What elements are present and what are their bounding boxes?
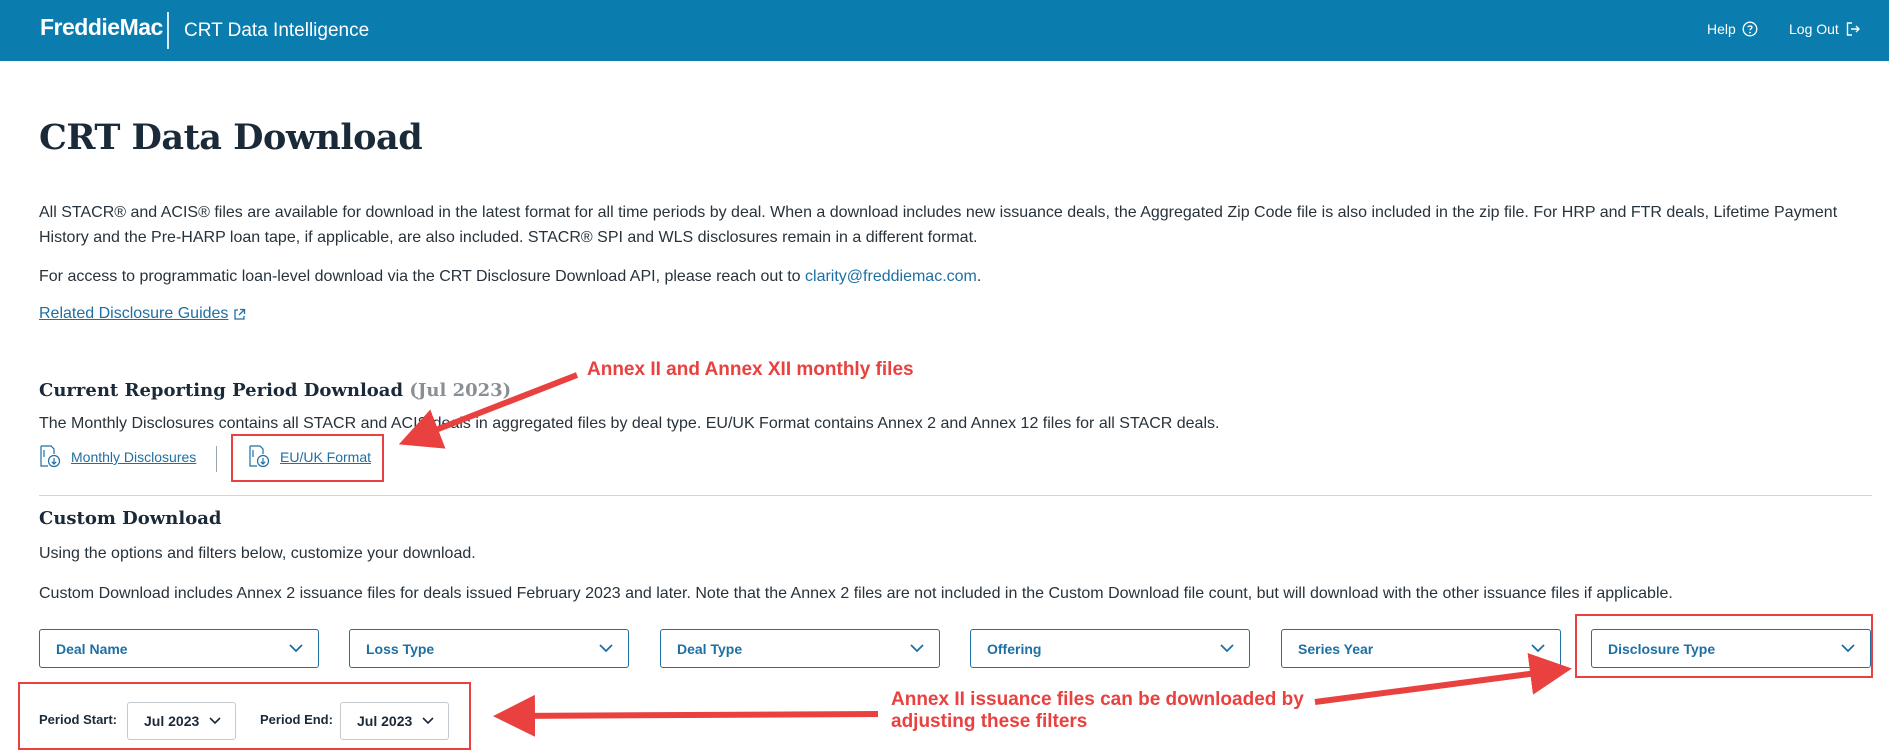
current-period-date: (Jul 2023) [409,380,512,401]
disclosure-type-filter[interactable]: Disclosure Type [1591,629,1871,668]
period-start-value: Jul 2023 [144,713,200,729]
logout-link[interactable]: Log Out [1789,21,1861,37]
help-link[interactable]: Help [1707,21,1758,37]
related-guides-link[interactable]: Related Disclosure Guides [39,305,246,323]
section-divider [39,495,1872,496]
period-start-label: Period Start: [39,712,118,727]
page-title: CRT Data Download [39,117,423,158]
custom-download-title: Custom Download [39,508,222,529]
series-year-filter[interactable]: Series Year [1281,629,1561,668]
chevron-down-icon [1531,644,1545,653]
current-period-title: Current Reporting Period Download [39,380,404,401]
intro-paragraph: All STACR® and ACIS® files are available… [39,204,1838,246]
filter-label: Offering [987,640,1042,657]
deal-type-filter[interactable]: Deal Type [660,629,940,668]
period-end-select[interactable]: Jul 2023 [340,702,450,740]
arrow-to-disclosure-type [1314,653,1572,705]
top-bar: FreddieMac CRT Data Intelligence Help Lo… [0,0,1889,61]
monthly-disclosures-link[interactable]: Monthly Disclosures [39,445,196,469]
api-paragraph: For access to programmatic loan-level do… [39,264,1859,289]
chevron-down-icon [422,717,434,725]
annotation-issuance-files: Annex II issuance files can be downloade… [891,689,1304,733]
api-text: For access to programmatic loan-level do… [39,268,806,285]
arrow-to-period-filters [493,694,879,737]
filter-label: Series Year [1298,640,1374,657]
period-end-label: Period End: [260,712,333,727]
external-link-icon [234,308,246,320]
annotation-issuance-line2: adjusting these filters [891,711,1088,732]
euuk-format-label: EU/UK Format [280,449,372,465]
custom-download-intro: Using the options and filters below, cus… [39,545,476,562]
current-period-heading: Current Reporting Period Download (Jul 2… [39,380,511,401]
file-download-icon [40,445,61,468]
loss-type-filter[interactable]: Loss Type [349,629,629,668]
app-title[interactable]: CRT Data Intelligence [184,20,369,42]
chevron-down-icon [910,644,924,653]
file-download-icon [249,445,270,468]
filter-label: Disclosure Type [1608,640,1716,657]
brand-divider [167,12,169,49]
freddie-mac-logo[interactable]: FreddieMac [40,14,163,41]
filter-label: Loss Type [366,640,435,657]
help-label: Help [1707,21,1736,37]
annotation-monthly-files: Annex II and Annex XII monthly files [587,359,914,380]
current-period-description: The Monthly Disclosures contains all STA… [39,415,1220,432]
euuk-format-link[interactable]: EU/UK Format [248,445,371,469]
period-start-select[interactable]: Jul 2023 [127,702,237,740]
period-end-value: Jul 2023 [357,713,413,729]
chevron-down-icon [209,717,221,725]
api-text-end: . [976,268,982,285]
question-circle-icon [1742,21,1758,37]
related-guides-label: Related Disclosure Guides [39,305,229,322]
logout-label: Log Out [1789,21,1839,37]
custom-download-note: Custom Download includes Annex 2 issuanc… [39,585,1673,602]
chevron-down-icon [1841,644,1855,653]
filter-label: Deal Type [677,640,743,657]
offering-filter[interactable]: Offering [970,629,1250,668]
chevron-down-icon [599,644,613,653]
deal-name-filter[interactable]: Deal Name [39,629,319,668]
chevron-down-icon [1220,644,1234,653]
email-link[interactable]: clarity@freddiemac.com [805,268,977,285]
link-separator [216,446,217,472]
chevron-down-icon [289,644,303,653]
filter-label: Deal Name [56,640,128,657]
annotation-issuance-line1: Annex II issuance files can be downloade… [891,689,1304,710]
monthly-disclosures-label: Monthly Disclosures [71,449,197,465]
logout-icon [1846,22,1860,36]
